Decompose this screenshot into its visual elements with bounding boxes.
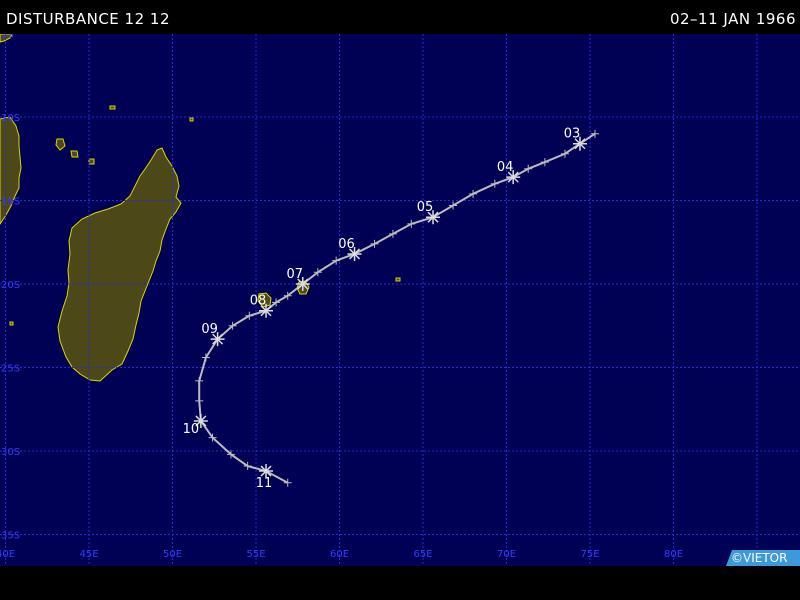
longitude-label: 75E (580, 549, 599, 560)
rodrigues-island (395, 277, 401, 282)
latitude-label: 35S (1, 531, 20, 542)
day-label: 09 (201, 322, 218, 337)
latitude-label: 10S (1, 113, 20, 124)
comoros-island (88, 158, 95, 165)
day-label: 04 (497, 160, 514, 175)
credit-badge: ©VIETOR (726, 550, 800, 566)
latitude-label: 15S (1, 197, 20, 208)
latitude-label: 20S (1, 280, 20, 291)
day-label: 07 (286, 267, 303, 282)
credit-text: ©VIETOR (731, 551, 787, 565)
longitude-label: 70E (497, 549, 516, 560)
latitude-label: 5S (1, 34, 14, 41)
storm-dates: 02–11 JAN 1966 (669, 10, 796, 28)
islet (189, 117, 194, 122)
day-label: 10 (183, 422, 200, 437)
longitude-label: 65E (413, 549, 432, 560)
longitude-label: 80E (664, 549, 683, 560)
day-label: 06 (338, 237, 355, 252)
day-label: 05 (417, 200, 434, 215)
longitude-label: 45E (79, 549, 98, 560)
storm-name: DISTURBANCE 12 12 (6, 10, 170, 28)
islet (109, 105, 116, 110)
footer-bar (0, 566, 800, 600)
track-map: 5S 10S 15S 20S 25S 30S 35S 40E 45E 50E 55E 60E 65E 7… (0, 34, 800, 566)
day-label: 08 (250, 294, 267, 309)
latitude-label: 25S (1, 364, 20, 375)
day-label: 11 (256, 476, 273, 491)
day-label: 03 (564, 127, 581, 142)
header-bar: DISTURBANCE 12 12 02–11 JAN 1966 (0, 0, 800, 34)
map-canvas: 5S 10S 15S 20S 25S 30S 35S 40E 45E 50E 55E 60E 65E 7… (0, 34, 800, 566)
longitude-label: 60E (330, 549, 349, 560)
comoros-island (70, 150, 79, 158)
longitude-label: 40E (0, 549, 15, 560)
longitude-label: 55E (246, 549, 265, 560)
islet (9, 321, 14, 326)
longitude-label: 50E (163, 549, 182, 560)
latitude-label: 30S (1, 447, 20, 458)
